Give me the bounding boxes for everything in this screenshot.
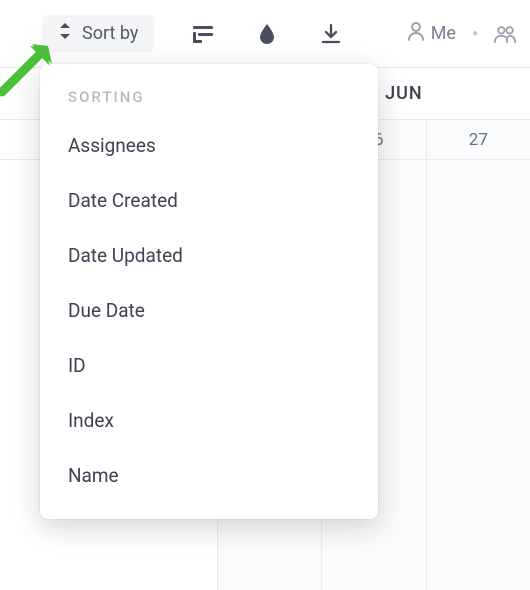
group-icon[interactable] xyxy=(192,23,214,45)
sort-option-date-updated[interactable]: Date Updated xyxy=(40,228,378,283)
dropdown-title: SORTING xyxy=(40,88,378,118)
body-day-col xyxy=(427,160,530,590)
toolbar: Sort by Me ● xyxy=(0,0,530,68)
sort-dropdown: SORTING Assignees Date Created Date Upda… xyxy=(40,64,378,519)
separator-dot: ● xyxy=(472,28,478,39)
day-cell[interactable]: 27 xyxy=(427,120,530,159)
sort-option-id[interactable]: ID xyxy=(40,338,378,393)
people-icon[interactable] xyxy=(494,23,516,45)
drop-icon[interactable] xyxy=(256,23,278,45)
sort-icon xyxy=(58,23,72,44)
sort-option-name[interactable]: Name xyxy=(40,448,378,503)
sort-option-date-created[interactable]: Date Created xyxy=(40,173,378,228)
sort-by-label: Sort by xyxy=(82,23,138,44)
sort-option-index[interactable]: Index xyxy=(40,393,378,448)
download-icon[interactable] xyxy=(320,23,342,45)
sort-option-assignees[interactable]: Assignees xyxy=(40,118,378,173)
person-icon xyxy=(407,21,425,46)
sort-by-button[interactable]: Sort by xyxy=(42,15,154,52)
me-filter-button[interactable]: Me xyxy=(407,21,456,46)
sort-option-due-date[interactable]: Due Date xyxy=(40,283,378,338)
me-label: Me xyxy=(431,23,456,44)
